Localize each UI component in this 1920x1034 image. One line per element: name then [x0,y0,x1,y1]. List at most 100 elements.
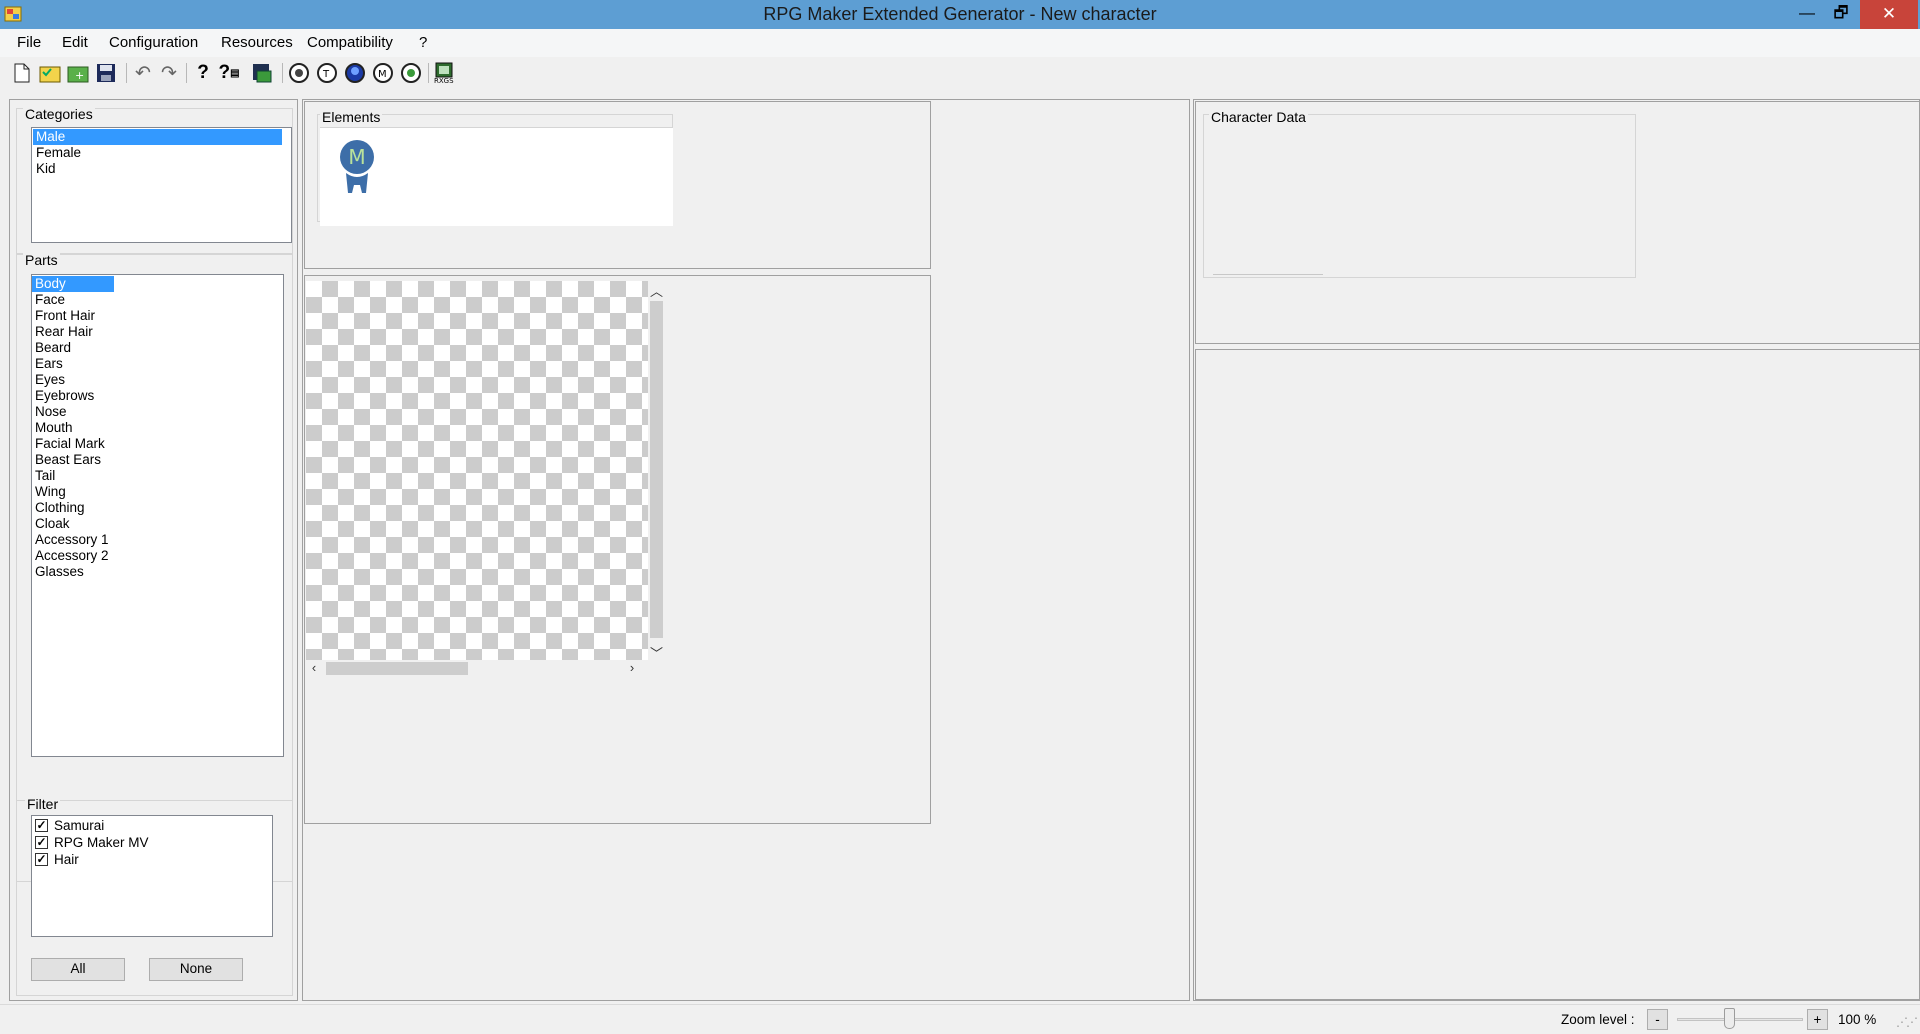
preview-vertical-scrollbar[interactable]: ︿ ﹀ [648,281,665,661]
part-item[interactable]: Clothing [32,500,85,516]
minimize-button[interactable]: — [1790,0,1824,29]
elements-thumbnail-list[interactable]: M [320,127,673,226]
export-icon[interactable] [251,61,275,85]
part-item[interactable]: Accessory 1 [32,532,109,548]
part-item[interactable]: Face [32,292,65,308]
filter-checklist[interactable]: ✓ Samurai ✓ RPG Maker MV ✓ Hair [31,815,273,937]
part-item[interactable]: Cloak [32,516,70,532]
part-item[interactable]: Nose [32,404,67,420]
zoom-value: 100 % [1838,1012,1877,1027]
filter-item-label: RPG Maker MV [54,835,149,850]
scroll-left-icon[interactable]: ‹ [306,660,322,677]
toolbar-separator [428,63,429,83]
generate-icon-4[interactable]: M [371,61,395,85]
part-item[interactable]: Body [32,276,114,292]
character-data-label: Character Data [1209,109,1308,125]
categories-label: Categories [23,106,95,122]
save-icon[interactable] [94,61,118,85]
scroll-up-icon[interactable]: ︿ [648,281,665,299]
svg-text:T: T [322,69,330,80]
toolbar-separator [186,63,187,83]
part-item[interactable]: Accessory 2 [32,548,109,564]
filter-checkbox[interactable]: ✓ [35,836,48,849]
preview-horizontal-scrollbar[interactable]: ‹ › [306,660,648,677]
elements-panel: Elements M [304,101,931,269]
title-bar: RPG Maker Extended Generator - New chara… [0,0,1920,29]
category-item-kid[interactable]: Kid [33,161,56,177]
horizontal-scroll-thumb[interactable] [326,662,468,675]
menu-bar: File Edit Configuration Resources Compat… [0,29,1920,57]
part-item[interactable]: Eyebrows [32,388,94,404]
menu-resources[interactable]: Resources [213,29,301,57]
filter-all-button[interactable]: All [31,958,125,981]
filter-item-hair[interactable]: ✓ Hair [32,851,79,868]
generate-icon-5[interactable] [399,61,423,85]
scroll-down-icon[interactable]: ﹀ [648,643,665,661]
part-item[interactable]: Eyes [32,372,65,388]
svg-text:RXGS: RXGS [434,77,454,84]
part-item[interactable]: Wing [32,484,66,500]
category-item-female[interactable]: Female [33,145,81,161]
undo-icon[interactable]: ↶ [131,61,155,85]
part-item[interactable]: Beard [32,340,71,356]
part-item[interactable]: Glasses [32,564,84,580]
part-item[interactable]: Tail [32,468,55,484]
part-item[interactable]: Beast Ears [32,452,101,468]
element-thumbnail-character-icon[interactable]: M [338,137,376,203]
close-button[interactable]: ✕ [1860,0,1918,29]
resize-grip-icon[interactable]: ⋰⋰ [1896,1015,1918,1031]
categories-listbox[interactable]: Male Female Kid [31,127,292,243]
status-bar: Zoom level : - + 100 % ⋰⋰ [0,1004,1920,1034]
vertical-scroll-thumb[interactable] [650,301,663,638]
generate-icon-1[interactable] [287,61,311,85]
toolbar-separator [126,63,127,83]
scroll-right-icon[interactable]: › [624,660,640,677]
svg-text:M: M [348,145,365,169]
part-item[interactable]: Front Hair [32,308,95,324]
svg-text:M: M [378,69,387,80]
xp-export-icon[interactable]: RXGS [433,61,457,85]
menu-file[interactable]: File [9,29,49,57]
filter-none-button[interactable]: None [149,958,243,981]
context-help-icon[interactable]: ? ▤ [217,61,241,85]
open-folder-icon[interactable] [38,61,62,85]
elements-label: Elements [320,109,383,125]
menu-help[interactable]: ? [411,29,435,57]
menu-edit[interactable]: Edit [54,29,96,57]
character-preview-panel [1195,349,1920,1000]
filter-item-rpg-maker-mv[interactable]: ✓ RPG Maker MV [32,834,149,851]
part-item[interactable]: Rear Hair [32,324,93,340]
part-item[interactable]: Facial Mark [32,436,105,452]
redo-icon[interactable]: ↷ [157,61,181,85]
filter-checkbox[interactable]: ✓ [35,853,48,866]
svg-text:+: + [75,69,84,82]
preview-canvas[interactable] [306,281,648,660]
character-data-tab-edge [1213,274,1323,277]
generate-icon-2[interactable]: T [315,61,339,85]
parts-listbox[interactable]: Body Face Front Hair Rear Hair Beard Ear… [31,274,284,757]
category-item-male[interactable]: Male [33,129,282,145]
toolbar-separator [282,63,283,83]
add-folder-icon[interactable]: + [66,61,90,85]
help-icon[interactable]: ? [191,61,215,85]
part-item[interactable]: Ears [32,356,63,372]
part-item[interactable]: Mouth [32,420,73,436]
maximize-button[interactable]: 🗗 [1824,0,1858,29]
menu-compatibility[interactable]: Compatibility [299,29,401,57]
zoom-slider-thumb[interactable] [1724,1008,1735,1029]
toolbar: + ↶ ↷ ? ? ▤ T M RXGS [0,57,1920,89]
zoom-out-button[interactable]: - [1647,1009,1668,1030]
filter-item-samurai[interactable]: ✓ Samurai [32,817,104,834]
character-data-panel: Character Data [1195,101,1920,344]
filter-checkbox[interactable]: ✓ [35,819,48,832]
menu-configuration[interactable]: Configuration [101,29,206,57]
filter-item-label: Samurai [54,818,105,833]
generate-icon-3[interactable] [343,61,367,85]
filter-item-label: Hair [54,852,79,867]
center-panel: Elements M ︿ ﹀ ‹ › [302,99,1190,1001]
zoom-label: Zoom level : [1561,1012,1635,1027]
zoom-slider-track[interactable] [1677,1018,1803,1021]
zoom-in-button[interactable]: + [1807,1009,1828,1030]
new-document-icon[interactable] [10,61,34,85]
window-title: RPG Maker Extended Generator - New chara… [763,4,1157,24]
